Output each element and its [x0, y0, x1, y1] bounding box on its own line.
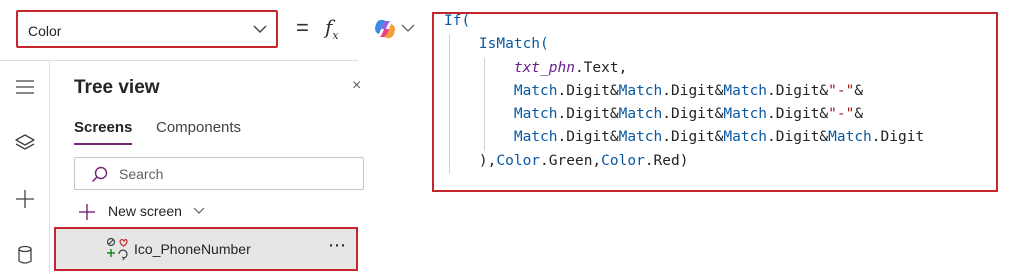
tree-view-button[interactable] — [0, 121, 50, 165]
formula-line: If( — [444, 10, 924, 33]
formula-token: Match — [618, 129, 663, 146]
chevron-down-icon — [253, 25, 267, 33]
formula-token: .Digit& — [662, 129, 724, 146]
formula-token: Match — [723, 106, 768, 123]
formula-token: .Digit& — [662, 106, 724, 123]
formula-line: Match.Digit&Match.Digit&Match.Digit&"-"& — [444, 80, 924, 103]
search-icon — [91, 166, 108, 183]
formula-code[interactable]: If( IsMatch( txt_phn.Text, Match.Digit&M… — [444, 10, 924, 173]
formula-token: & — [854, 82, 864, 99]
new-screen-label: New screen — [108, 203, 182, 219]
formula-token: Match — [513, 106, 558, 123]
formula-token: .Digit — [871, 129, 925, 146]
formula-token: .Red) — [644, 152, 689, 169]
plus-icon — [16, 190, 34, 208]
plus-icon — [79, 204, 95, 220]
formula-token: Match — [513, 82, 558, 99]
chevron-down-icon — [193, 207, 205, 214]
formula-token: .Digit& — [767, 129, 829, 146]
formula-token — [444, 36, 479, 52]
equals-sign: = — [296, 15, 309, 40]
formula-token — [444, 106, 514, 122]
screen-control-icon — [106, 237, 128, 261]
tree-item-screen[interactable]: Ico_PhoneNumber ⋯ — [54, 227, 358, 271]
tree-view-title: Tree view — [74, 77, 160, 98]
formula-token: Match — [618, 106, 663, 123]
formula-token: Match — [723, 129, 768, 146]
tree-view-panel: Tree view × Screens Components Search Ne… — [50, 61, 364, 274]
formula-token: .Digit& — [662, 82, 724, 99]
screen-name: Ico_PhoneNumber — [134, 241, 251, 257]
formula-token: .Digit& — [767, 82, 829, 99]
formula-token: Match — [723, 82, 768, 99]
formula-token: & — [854, 106, 864, 123]
formula-line: Match.Digit&Match.Digit&Match.Digit&Matc… — [444, 126, 924, 149]
formula-token: Match — [513, 129, 558, 146]
property-dropdown-value: Color — [28, 23, 62, 39]
more-options-icon[interactable]: ⋯ — [328, 235, 347, 256]
tab-screens[interactable]: Screens — [74, 119, 132, 136]
copilot-chevron-icon[interactable] — [400, 22, 416, 34]
formula-token: .Digit& — [557, 129, 619, 146]
formula-token — [444, 60, 514, 76]
copilot-icon[interactable] — [372, 16, 398, 42]
formula-line: txt_phn.Text, — [444, 57, 924, 80]
layers-icon — [15, 134, 35, 150]
formula-token: .Digit& — [767, 106, 829, 123]
hamburger-menu-icon — [16, 80, 34, 94]
insert-button[interactable] — [0, 177, 50, 221]
formula-token: txt_phn — [513, 59, 575, 76]
tab-components[interactable]: Components — [156, 119, 241, 136]
formula-token — [444, 153, 479, 169]
formula-token: If( — [444, 13, 471, 29]
menu-button[interactable] — [0, 65, 50, 109]
formula-editor[interactable]: If( IsMatch( txt_phn.Text, Match.Digit&M… — [432, 12, 998, 192]
formula-token: .Digit& — [557, 106, 619, 123]
formula-token: .Digit& — [557, 82, 619, 99]
formula-token: ), — [478, 152, 497, 169]
formula-token — [444, 83, 514, 99]
formula-line: ),Color.Green,Color.Red) — [444, 150, 924, 173]
formula-token: .Green, — [540, 152, 602, 169]
database-icon — [18, 245, 32, 264]
fx-icon: fx — [325, 15, 339, 42]
close-icon[interactable]: × — [352, 77, 361, 95]
formula-token: Color — [601, 152, 645, 169]
property-dropdown[interactable]: Color — [16, 10, 278, 48]
formula-token: Color — [496, 152, 541, 169]
formula-token: "-" — [828, 82, 855, 99]
formula-token: "-" — [828, 106, 855, 123]
formula-token: IsMatch( — [478, 36, 549, 53]
formula-token: Match — [618, 82, 663, 99]
search-placeholder: Search — [119, 166, 164, 182]
formula-token — [444, 129, 514, 145]
left-rail — [0, 61, 50, 274]
active-tab-indicator — [74, 143, 132, 145]
data-button[interactable] — [0, 233, 50, 274]
formula-line: IsMatch( — [444, 33, 924, 56]
formula-line: Match.Digit&Match.Digit&Match.Digit&"-"& — [444, 103, 924, 126]
formula-token: .Text, — [574, 59, 628, 76]
search-input[interactable]: Search — [74, 157, 364, 190]
formula-token: Match — [828, 129, 872, 146]
